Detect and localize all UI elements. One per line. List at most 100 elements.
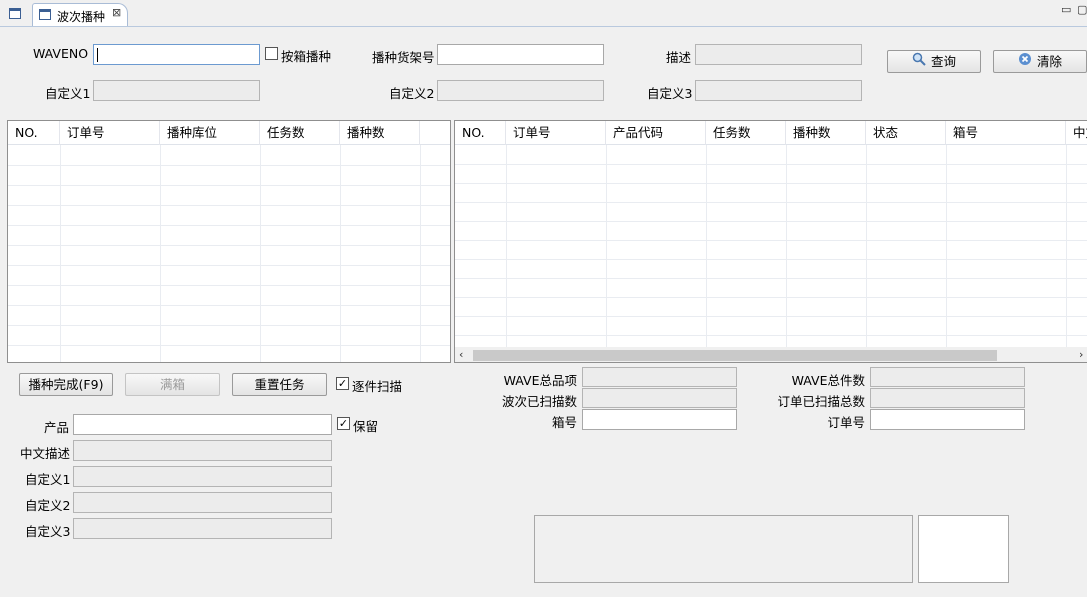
- keep-checkbox[interactable]: ✓: [337, 417, 350, 430]
- table-row: [8, 185, 450, 186]
- tab-wave-seeding[interactable]: 波次播种 ⊠: [32, 3, 128, 27]
- product-custom3-label: 自定义3: [25, 524, 71, 539]
- by-box-checkbox[interactable]: [265, 47, 278, 60]
- cn-desc-field: [73, 440, 332, 461]
- column-header-seed-count[interactable]: 播种数: [786, 121, 866, 145]
- scroll-right-icon[interactable]: ›: [1079, 347, 1083, 362]
- wave-items-label: WAVE总品项: [503, 373, 577, 388]
- column-divider: [946, 145, 947, 347]
- table-row: [455, 240, 1087, 241]
- order-no-label: 订单号: [827, 415, 865, 430]
- seeding-complete-label: 播种完成(F9): [28, 377, 104, 392]
- order-product-table[interactable]: NO. 订单号 产品代码 任务数 播种数 状态 箱号 中文 ‹ ›: [454, 120, 1087, 363]
- column-header-location[interactable]: 播种库位: [160, 121, 260, 145]
- horizontal-scrollbar[interactable]: ‹ ›: [455, 347, 1087, 362]
- box-no-label: 箱号: [551, 415, 577, 430]
- keep-label: 保留: [353, 419, 379, 434]
- column-header-no[interactable]: NO.: [455, 121, 506, 145]
- query-label: 查询: [930, 54, 956, 69]
- scrollbar-thumb[interactable]: [473, 350, 997, 361]
- full-box-button[interactable]: 满箱: [125, 373, 220, 396]
- column-divider: [786, 145, 787, 347]
- description-field: [695, 44, 862, 65]
- product-custom1-field: [73, 466, 332, 487]
- column-divider: [420, 145, 421, 362]
- column-header-no[interactable]: NO.: [8, 121, 60, 145]
- full-box-label: 满箱: [159, 377, 185, 392]
- column-header-order-no[interactable]: 订单号: [60, 121, 160, 145]
- table-row: [8, 205, 450, 206]
- scan-each-label: 逐件扫描: [352, 379, 403, 394]
- column-header-task-count[interactable]: 任务数: [706, 121, 786, 145]
- reset-task-button[interactable]: 重置任务: [232, 373, 327, 396]
- order-scanned-label: 订单已扫描总数: [777, 394, 865, 409]
- text-caret: [97, 48, 98, 62]
- column-divider: [160, 145, 161, 362]
- table-row: [455, 259, 1087, 260]
- table-header: NO. 订单号 产品代码 任务数 播种数 状态 箱号 中文: [455, 121, 1087, 145]
- column-header-order-no[interactable]: 订单号: [506, 121, 606, 145]
- column-header-task-count[interactable]: 任务数: [260, 121, 340, 145]
- clear-icon: [1018, 51, 1032, 72]
- tab-window-icon: [39, 9, 51, 20]
- message-panel: [534, 515, 913, 583]
- custom3-label: 自定义3: [647, 86, 693, 101]
- close-icon[interactable]: ⊠: [112, 6, 121, 19]
- wave-items-field: [582, 367, 737, 387]
- table-row: [8, 225, 450, 226]
- column-divider: [706, 145, 707, 347]
- table-row: [455, 164, 1087, 165]
- shelf-label: 播种货架号: [372, 50, 435, 65]
- magnifier-icon: [912, 51, 926, 72]
- minimize-icon[interactable]: ▭: [1061, 3, 1071, 16]
- column-header-seed-count[interactable]: 播种数: [340, 121, 420, 145]
- table-row: [455, 297, 1087, 298]
- table-row: [455, 278, 1087, 279]
- column-header-status[interactable]: 状态: [866, 121, 946, 145]
- query-button[interactable]: 查询: [887, 50, 981, 73]
- table-row: [455, 221, 1087, 222]
- custom2-label: 自定义2: [389, 86, 435, 101]
- column-divider: [340, 145, 341, 362]
- custom2-field: [437, 80, 604, 101]
- table-row: [455, 316, 1087, 317]
- table-row: [455, 202, 1087, 203]
- product-custom1-label: 自定义1: [25, 472, 71, 487]
- waveno-input[interactable]: [93, 44, 260, 65]
- order-no-input[interactable]: [870, 409, 1025, 430]
- table-row: [455, 335, 1087, 336]
- column-header-box-no[interactable]: 箱号: [946, 121, 1066, 145]
- box-no-input[interactable]: [582, 409, 737, 430]
- view-menu-icon[interactable]: [9, 8, 21, 19]
- reset-task-label: 重置任务: [254, 377, 305, 392]
- custom3-field: [695, 80, 862, 101]
- column-divider: [866, 145, 867, 347]
- clear-button[interactable]: 清除: [993, 50, 1087, 73]
- table-row: [8, 345, 450, 346]
- custom1-field: [93, 80, 260, 101]
- tab-title: 波次播种: [57, 10, 106, 24]
- table-row: [455, 183, 1087, 184]
- table-row: [8, 285, 450, 286]
- product-custom3-field: [73, 518, 332, 539]
- table-row: [8, 305, 450, 306]
- order-location-table[interactable]: NO. 订单号 播种库位 任务数 播种数: [7, 120, 451, 363]
- product-input[interactable]: [73, 414, 332, 435]
- cn-desc-label: 中文描述: [20, 446, 71, 461]
- product-custom2-field: [73, 492, 332, 513]
- seeding-complete-button[interactable]: 播种完成(F9): [19, 373, 113, 396]
- product-label: 产品: [44, 420, 70, 435]
- column-divider: [1066, 145, 1067, 347]
- column-header-cn-desc[interactable]: 中文: [1066, 121, 1087, 145]
- tab-divider: [0, 26, 1087, 27]
- column-header-product-code[interactable]: 产品代码: [606, 121, 706, 145]
- clear-label: 清除: [1036, 54, 1062, 69]
- table-row: [8, 165, 450, 166]
- scan-each-checkbox[interactable]: ✓: [336, 377, 349, 390]
- custom1-label: 自定义1: [45, 86, 91, 101]
- shelf-input[interactable]: [437, 44, 604, 65]
- maximize-icon[interactable]: ▢: [1077, 3, 1087, 16]
- scroll-left-icon[interactable]: ‹: [459, 347, 463, 362]
- column-divider: [60, 145, 61, 362]
- table-row: [8, 245, 450, 246]
